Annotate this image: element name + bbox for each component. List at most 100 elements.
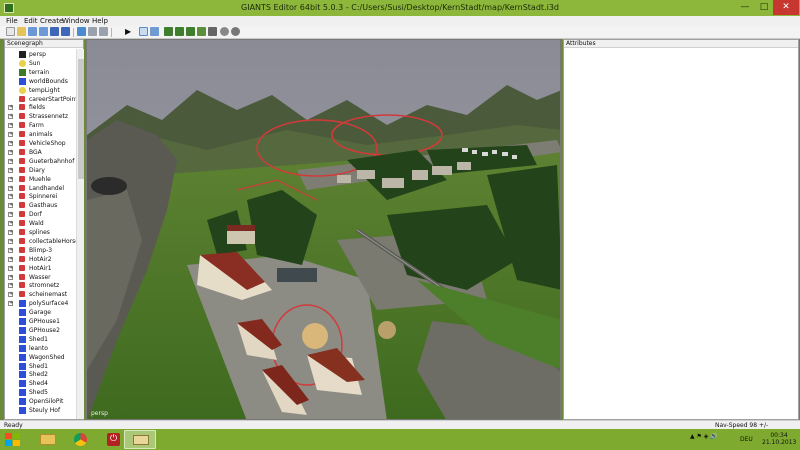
tree-item[interactable]: + VehicleShop [5,139,76,148]
tree-item[interactable]: + Strassennetz [5,112,76,121]
expand-icon[interactable]: + [8,114,13,120]
giants-app-icon[interactable] [4,3,14,13]
expand-icon[interactable]: + [8,123,13,129]
tree-item[interactable]: + splines [5,228,76,237]
cut-icon[interactable] [208,27,217,36]
expand-icon[interactable]: + [8,274,13,280]
expand-icon[interactable]: + [8,221,13,227]
3d-viewport[interactable]: persp [86,39,561,420]
tree-item[interactable]: + polySurface4 [5,299,76,308]
menu-help[interactable]: Help [92,17,108,25]
menu-create[interactable]: Create [40,17,63,25]
expand-icon[interactable]: + [8,167,13,173]
expand-icon[interactable]: + [8,132,13,138]
expand-icon[interactable]: + [8,203,13,209]
start-icon[interactable] [4,432,22,448]
foliage-paint-icon[interactable] [186,27,195,36]
tree-item[interactable]: + Diary [5,166,76,175]
tree-item[interactable]: leanto [5,344,76,353]
expand-icon[interactable]: + [8,176,13,182]
expand-icon[interactable]: + [8,256,13,262]
menu-edit[interactable]: Edit [24,17,38,25]
save-as-icon[interactable] [61,27,70,36]
expand-icon[interactable]: + [8,105,13,111]
tree-item[interactable]: worldBounds [5,77,76,86]
tree-item[interactable]: + scheinemast [5,290,76,299]
play-icon[interactable]: ▶ [125,27,134,36]
tray-icons[interactable]: ▲ ⚑ ◈ 🔊 [690,433,718,440]
expand-icon[interactable]: + [8,283,13,289]
tree-item[interactable]: WagonShed [5,353,76,362]
camera-icon[interactable] [231,27,240,36]
tree-item[interactable]: Shed1 [5,335,76,344]
expand-icon[interactable]: + [8,158,13,164]
tree-item[interactable]: + collectableHorses [5,237,76,246]
save-icon[interactable] [50,27,59,36]
expand-icon[interactable]: + [8,230,13,235]
clock[interactable]: 00:34 21.10.2013 [762,432,796,446]
tree-item[interactable]: Garage [5,308,76,317]
close-button[interactable]: ✕ [773,0,799,15]
expand-icon[interactable]: + [8,247,13,253]
redo-icon[interactable] [88,27,97,36]
expand-icon[interactable]: + [8,141,13,146]
tree-item[interactable]: Shed1 [5,362,76,371]
tree-item[interactable]: OpenSiloPit [5,397,76,406]
tree-item[interactable]: + animals [5,130,76,139]
settings-icon[interactable] [220,27,229,36]
tree-item[interactable]: + Gasthaus [5,201,76,210]
tree-item[interactable]: + Gueterbahnhof [5,157,76,166]
export-icon[interactable] [39,27,48,36]
tree-item[interactable]: careerStartPoint [5,95,76,104]
tree-item[interactable]: Shed5 [5,388,76,397]
maximize-button[interactable]: □ [755,0,773,15]
tree-item[interactable]: GPHouse1 [5,317,76,326]
terrain-paint-icon[interactable] [175,27,184,36]
open-icon[interactable] [17,27,26,36]
scrollbar-thumb[interactable] [78,59,84,179]
tree-item[interactable]: + Muehle [5,175,76,184]
expand-icon[interactable]: + [8,301,13,307]
tree-item[interactable]: + HotAir1 [5,264,76,273]
tree-item[interactable]: + Dorf [5,210,76,219]
tree-item[interactable]: + Wald [5,219,76,228]
tree-item[interactable]: terrain [5,68,76,77]
minimize-button[interactable]: — [736,0,754,15]
tree-item[interactable]: tempLight [5,86,76,95]
tree-item[interactable]: + HotAir2 [5,255,76,264]
new-icon[interactable] [6,27,15,36]
expand-icon[interactable]: + [8,194,13,200]
expand-icon[interactable]: + [8,292,13,298]
giants-editor-icon[interactable] [124,430,156,449]
refresh-icon[interactable] [99,27,108,36]
tree-item[interactable]: + Blimp-3 [5,246,76,255]
import-icon[interactable] [28,27,37,36]
explorer-icon[interactable] [32,430,64,449]
undo-icon[interactable] [77,27,86,36]
tree-item[interactable]: + Farm [5,121,76,130]
select-icon[interactable] [139,27,148,36]
tree-item[interactable]: + Landhandel [5,184,76,193]
terrain-texture-icon[interactable] [197,27,206,36]
tree-item[interactable]: persp [5,50,76,59]
tree-item[interactable]: + fields [5,103,76,112]
tree-item[interactable]: GPHouse2 [5,326,76,335]
expand-icon[interactable]: + [8,212,13,218]
menu-window[interactable]: Window [62,17,90,25]
menu-file[interactable]: File [6,17,18,25]
terrain-sculpt-icon[interactable] [164,27,173,36]
tree-item[interactable]: Shed4 [5,379,76,388]
tree-item[interactable]: + Spinnerei [5,192,76,201]
tree-item[interactable]: Shed2 [5,370,76,379]
tree-item[interactable]: + Wasser [5,273,76,282]
expand-icon[interactable]: + [8,265,13,271]
expand-icon[interactable]: + [8,149,13,155]
chrome-icon[interactable] [65,430,97,449]
expand-icon[interactable]: + [8,238,13,244]
language-indicator[interactable]: DEU [740,436,753,443]
tree-item[interactable]: + BGA [5,148,76,157]
tree-item[interactable]: Sun [5,59,76,68]
tree-item[interactable]: Steuly Hof [5,406,76,415]
move-icon[interactable] [150,27,159,36]
scenegraph-scrollbar[interactable] [76,49,84,419]
